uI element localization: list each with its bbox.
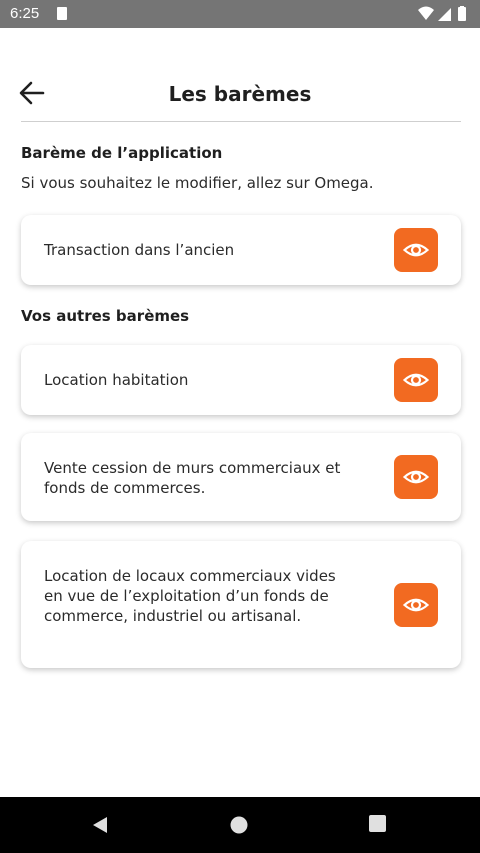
other-scales-heading: Vos autres barèmes <box>21 307 190 325</box>
header-divider <box>21 121 461 122</box>
nav-recents-icon[interactable] <box>369 815 386 832</box>
view-button[interactable] <box>394 228 438 272</box>
app-scale-heading: Barème de l’application <box>21 144 223 162</box>
view-button[interactable] <box>394 455 438 499</box>
scale-card-location-habitation[interactable]: Location habitation <box>21 345 461 415</box>
page-title: Les barèmes <box>168 82 312 106</box>
nav-back-icon[interactable] <box>90 815 110 839</box>
view-button[interactable] <box>394 583 438 627</box>
scale-card-transaction[interactable]: Transaction dans l’ancien <box>21 215 461 285</box>
scale-card-label: Transaction dans l’ancien <box>44 241 235 259</box>
scale-card-label: Location de locaux commerciaux vides en … <box>44 567 336 625</box>
scale-card-label: Location habitation <box>44 371 189 389</box>
eye-icon <box>403 373 429 387</box>
status-bar: 6:25 <box>0 0 480 28</box>
scale-card-vente-cession[interactable]: Vente cession de murs commerciaux et fon… <box>21 433 461 521</box>
nav-home-icon[interactable] <box>230 816 248 838</box>
eye-icon <box>403 470 429 484</box>
header: Les barèmes <box>0 28 480 123</box>
eye-icon <box>403 243 429 257</box>
sd-card-icon <box>57 7 67 20</box>
status-icons <box>418 6 472 22</box>
status-time: 6:25 <box>10 5 40 22</box>
navigation-bar <box>0 797 480 853</box>
battery-icon <box>458 7 466 21</box>
eye-icon <box>403 598 429 612</box>
scale-card-locaux-commerciaux[interactable]: Location de locaux commerciaux vides en … <box>21 541 461 668</box>
cell-signal-icon <box>438 8 451 21</box>
app-scale-description: Si vous souhaitez le modifier, allez sur… <box>21 174 374 192</box>
scale-card-label: Vente cession de murs commerciaux et fon… <box>44 459 341 497</box>
wifi-icon <box>418 6 434 20</box>
view-button[interactable] <box>394 358 438 402</box>
